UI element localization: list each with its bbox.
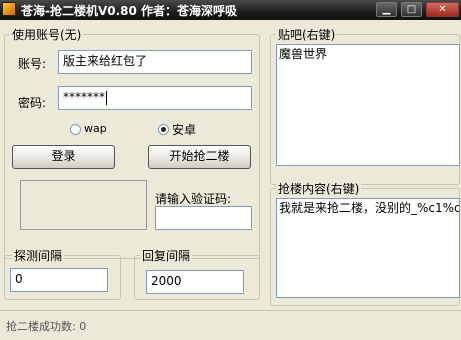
- close-icon: ✕: [438, 4, 447, 15]
- login-button[interactable]: 登录: [12, 145, 115, 169]
- maximize-icon: □: [406, 4, 417, 15]
- tieba-group-legend: 贴吧(右键): [276, 26, 338, 43]
- reply-interval-legend: 回复间隔: [140, 247, 193, 264]
- radio-android[interactable]: [158, 124, 169, 135]
- password-label: 密码:: [18, 96, 47, 110]
- radio-selected-dot: [161, 127, 166, 132]
- account-input[interactable]: 版主来给红包了: [58, 50, 252, 74]
- app-icon: [2, 2, 16, 16]
- reply-interval-input[interactable]: 2000: [146, 270, 244, 294]
- close-button[interactable]: ✕: [426, 2, 459, 17]
- maximize-button[interactable]: □: [401, 2, 422, 17]
- minimize-button[interactable]: ▁: [376, 2, 397, 17]
- account-label: 账号:: [18, 57, 47, 71]
- password-input[interactable]: *******: [58, 86, 252, 110]
- captcha-image[interactable]: [20, 180, 147, 230]
- title-bar[interactable]: 苍海-抢二楼机V0.80 作者：苍海深呼吸 ▁ □ ✕: [0, 0, 461, 20]
- account-group-legend: 使用账号(无): [10, 26, 84, 43]
- window-title: 苍海-抢二楼机V0.80 作者：苍海深呼吸: [21, 4, 238, 18]
- status-bar: 抢二楼成功数: 0: [0, 310, 461, 340]
- floor-content-text[interactable]: 我就是来抢二楼，没别的_%c1%c1%: [276, 198, 460, 298]
- start-grab-button[interactable]: 开始抢二楼: [148, 145, 251, 169]
- minimize-icon: ▁: [382, 4, 391, 15]
- radio-wap-label[interactable]: wap: [84, 122, 107, 135]
- radio-android-label[interactable]: 安卓: [172, 121, 196, 138]
- main-panel: 使用账号(无) 账号: 版主来给红包了 密码: ******* wap 安卓 登…: [0, 20, 461, 339]
- probe-interval-input[interactable]: 0: [10, 268, 108, 292]
- password-value: *******: [63, 90, 105, 104]
- captcha-label: 请输入验证码:: [155, 192, 232, 206]
- probe-interval-legend: 探测间隔: [12, 247, 65, 264]
- success-count-text: 抢二楼成功数: 0: [6, 320, 87, 333]
- floor-content-legend: 抢楼内容(右键): [276, 180, 362, 197]
- text-caret: [106, 90, 107, 105]
- captcha-input[interactable]: [155, 206, 252, 230]
- tieba-list[interactable]: 魔兽世界: [276, 44, 460, 166]
- radio-wap[interactable]: [70, 124, 81, 135]
